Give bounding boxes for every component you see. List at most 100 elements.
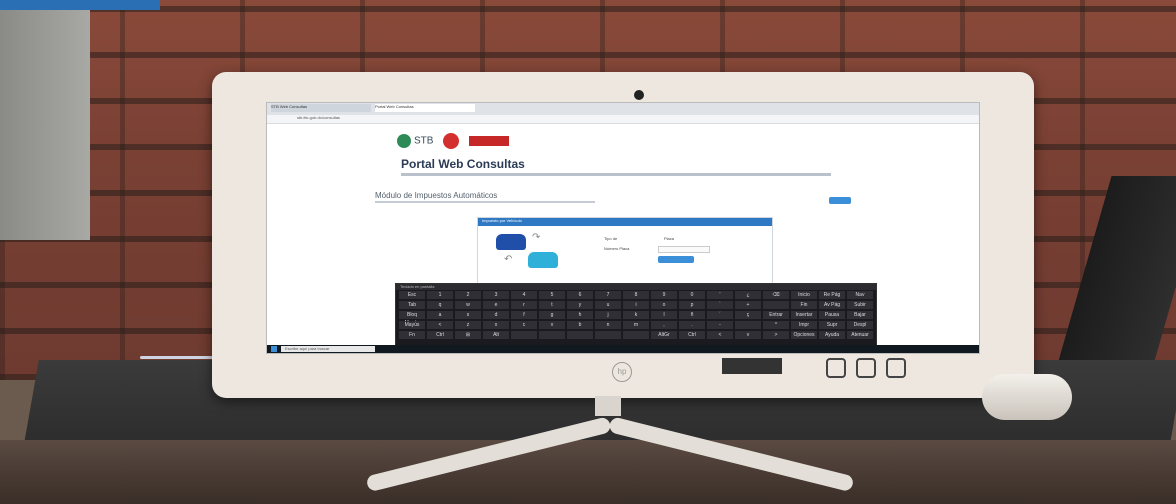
keyboard-key[interactable]: 9: [651, 291, 677, 299]
keyboard-key[interactable]: f: [511, 311, 537, 319]
keyboard-key[interactable]: 4: [511, 291, 537, 299]
keyboard-key[interactable]: Tab: [399, 301, 425, 309]
keyboard-key[interactable]: <: [427, 321, 453, 329]
keyboard-key[interactable]: Pausa: [819, 311, 845, 319]
keyboard-key[interactable]: Opciones: [791, 331, 817, 339]
keyboard-key[interactable]: Esc: [399, 291, 425, 299]
keyboard-key[interactable]: x: [483, 321, 509, 329]
keyboard-key[interactable]: ç: [735, 311, 761, 319]
taskbar-search[interactable]: Escribe aquí para buscar: [281, 346, 375, 352]
keyboard-key[interactable]: m: [623, 321, 649, 329]
keyboard-key[interactable]: 3: [483, 291, 509, 299]
stb-logo-icon: [397, 134, 411, 148]
windows-start-icon[interactable]: [271, 346, 277, 352]
keyboard-key[interactable]: k: [623, 311, 649, 319]
keyboard-key[interactable]: e: [483, 301, 509, 309]
keyboard-key[interactable]: [511, 331, 537, 339]
keyboard-key[interactable]: g: [539, 311, 565, 319]
keyboard-key[interactable]: Fin: [791, 301, 817, 309]
keyboard-key[interactable]: c: [511, 321, 537, 329]
keyboard-key[interactable]: >: [763, 331, 789, 339]
keyboard-key[interactable]: Bajar: [847, 311, 873, 319]
keyboard-key[interactable]: v: [539, 321, 565, 329]
keyboard-key[interactable]: d: [483, 311, 509, 319]
address-bar[interactable]: stb.ittc.gob.do/consultas: [267, 115, 979, 124]
keyboard-key[interactable]: w: [455, 301, 481, 309]
keyboard-key[interactable]: u: [595, 301, 621, 309]
keyboard-key[interactable]: Fn: [399, 331, 425, 339]
keyboard-key[interactable]: <: [707, 331, 733, 339]
keyboard-key[interactable]: Impr: [791, 321, 817, 329]
plate-number-input[interactable]: [658, 246, 710, 253]
keyboard-key[interactable]: [763, 301, 789, 309]
keyboard-key[interactable]: b: [567, 321, 593, 329]
keyboard-key[interactable]: Ayuda: [819, 331, 845, 339]
keyboard-key[interactable]: Supr: [819, 321, 845, 329]
keyboard-key[interactable]: 1: [427, 291, 453, 299]
keyboard-key[interactable]: Ctrl: [679, 331, 705, 339]
keyboard-key[interactable]: 5: [539, 291, 565, 299]
keyboard-key[interactable]: 8: [623, 291, 649, 299]
keyboard-key[interactable]: 0: [679, 291, 705, 299]
keyboard-key[interactable]: Mayús: [399, 321, 425, 329]
keyboard-key[interactable]: Av Pág: [819, 301, 845, 309]
help-button[interactable]: [829, 197, 851, 204]
keyboard-key[interactable]: 2: [455, 291, 481, 299]
keyboard-key[interactable]: t: [539, 301, 565, 309]
keyboard-key[interactable]: n: [595, 321, 621, 329]
keyboard-key[interactable]: l: [651, 311, 677, 319]
keyboard-key[interactable]: [539, 331, 565, 339]
query-button[interactable]: [658, 256, 694, 263]
keyboard-key[interactable]: Insertar: [791, 311, 817, 319]
monitor-stand: [360, 396, 860, 493]
keyboard-key[interactable]: a: [427, 311, 453, 319]
keyboard-key[interactable]: .: [679, 321, 705, 329]
keyboard-key[interactable]: q: [427, 301, 453, 309]
keyboard-key[interactable]: Despl: [847, 321, 873, 329]
keyboard-key[interactable]: Inicio: [791, 291, 817, 299]
keyboard-key[interactable]: [623, 331, 649, 339]
keyboard-key[interactable]: s: [455, 311, 481, 319]
keyboard-key[interactable]: [595, 331, 621, 339]
keyboard-key[interactable]: Re Pág: [819, 291, 845, 299]
keyboard-key[interactable]: +: [735, 301, 761, 309]
keyboard-key[interactable]: o: [651, 301, 677, 309]
keyboard-key[interactable]: Atenuar: [847, 331, 873, 339]
keyboard-key[interactable]: [567, 331, 593, 339]
keyboard-key[interactable]: Subir: [847, 301, 873, 309]
keyboard-key[interactable]: ,: [651, 321, 677, 329]
keyboard-key[interactable]: ^: [763, 321, 789, 329]
keyboard-key[interactable]: [735, 321, 761, 329]
keyboard-key[interactable]: v: [735, 331, 761, 339]
plate-radio-label[interactable]: Placa: [664, 236, 674, 241]
keyboard-key[interactable]: Entrar: [763, 311, 789, 319]
keyboard-key[interactable]: -: [707, 321, 733, 329]
keyboard-key[interactable]: r: [511, 301, 537, 309]
webcam: [634, 90, 644, 100]
keyboard-key[interactable]: `: [707, 301, 733, 309]
browser-tab-active[interactable]: Portal Web Consultas: [375, 104, 475, 112]
keyboard-key[interactable]: Bloq Mayús: [399, 311, 425, 326]
keyboard-key[interactable]: ´: [707, 311, 733, 319]
keyboard-key[interactable]: ñ: [679, 311, 705, 319]
keyboard-key[interactable]: y: [567, 301, 593, 309]
mouse[interactable]: [982, 374, 1072, 420]
keyboard-key[interactable]: ¿: [735, 291, 761, 299]
keyboard-key[interactable]: Ctrl: [427, 331, 453, 339]
keyboard-key[interactable]: Nav: [847, 291, 873, 299]
keyboard-key[interactable]: p: [679, 301, 705, 309]
keyboard-key[interactable]: 7: [595, 291, 621, 299]
keyboard-key[interactable]: ⊞: [455, 331, 481, 339]
keyboard-key[interactable]: 6: [567, 291, 593, 299]
keyboard-key[interactable]: z: [455, 321, 481, 329]
browser-tab-strip: STB Web Consultas Portal Web Consultas: [267, 103, 979, 115]
keyboard-row: Mayús < z x c v b n m,. - ^ Impr Supr Despl: [396, 320, 876, 330]
browser-tab[interactable]: STB Web Consultas: [271, 104, 371, 112]
keyboard-key[interactable]: h: [567, 311, 593, 319]
keyboard-key[interactable]: ⌫: [763, 291, 789, 299]
keyboard-key[interactable]: j: [595, 311, 621, 319]
keyboard-key[interactable]: AltGr: [651, 331, 677, 339]
keyboard-key[interactable]: i: [623, 301, 649, 309]
keyboard-key[interactable]: Alt: [483, 331, 509, 339]
keyboard-key[interactable]: ': [707, 291, 733, 299]
